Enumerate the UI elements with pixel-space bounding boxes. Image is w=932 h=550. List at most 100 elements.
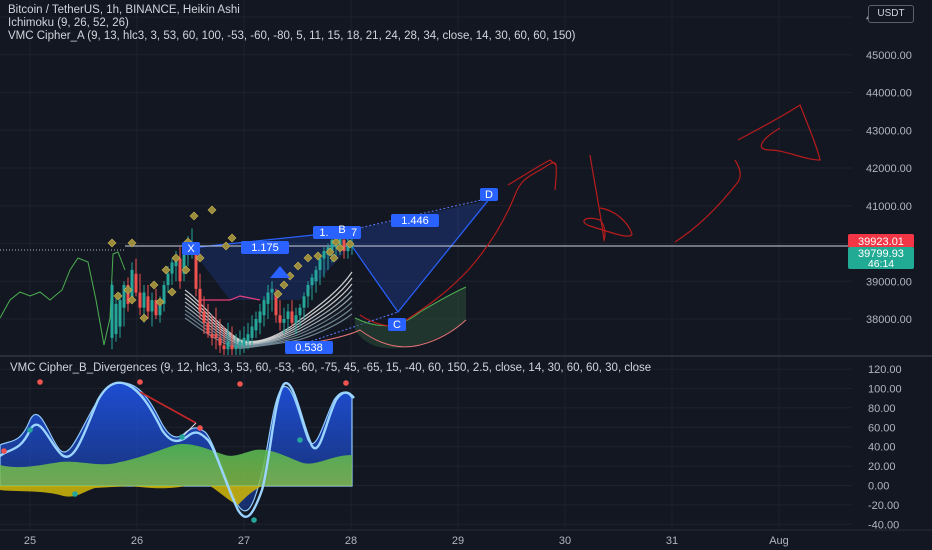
time-tick-label: 26 — [131, 535, 143, 547]
candle — [254, 311, 258, 338]
candle — [242, 326, 246, 353]
symbol-legend[interactable]: Bitcoin / TetherUS, 1h, BINANCE, Heikin … — [8, 4, 240, 17]
candle-body — [314, 269, 318, 282]
candle-body — [110, 285, 114, 338]
time-tick-label: 28 — [345, 535, 357, 547]
time-tick-label: 25 — [24, 535, 36, 547]
candle-body — [198, 288, 202, 312]
candle-body — [318, 258, 322, 270]
candle — [162, 281, 166, 312]
price-tick-label: 43000.00 — [866, 125, 912, 137]
cipher-b-legend[interactable]: VMC Cipher_B_Divergences (9, 12, hlc3, 3… — [10, 362, 651, 375]
pattern-point-c: C — [393, 319, 401, 331]
candle-body — [178, 258, 182, 282]
secondary-price-tag: 39799.93 46:14 — [848, 247, 914, 270]
bar-countdown-label: 46:14 — [868, 258, 894, 270]
pattern-ratio-b-partial: 1. — [319, 227, 328, 239]
candle — [306, 281, 310, 308]
candle-body — [150, 300, 154, 312]
oscillator-tick-label: 120.00 — [868, 364, 902, 376]
candle — [114, 296, 118, 342]
candle-body — [282, 319, 286, 323]
pattern-ratio-bc: 0.538 — [295, 342, 323, 354]
oscillator-dot — [72, 491, 78, 497]
candle-body — [206, 322, 210, 335]
candle-body — [262, 300, 266, 316]
signal-diamond — [139, 313, 149, 323]
oscillator-dot — [197, 425, 203, 431]
candle-body — [238, 341, 242, 346]
candle-body — [214, 334, 218, 338]
candle-body — [254, 319, 258, 331]
candle-body — [222, 345, 226, 350]
candle-body — [114, 303, 118, 335]
candle — [150, 292, 154, 327]
candle-body — [166, 273, 170, 286]
candle-body — [194, 254, 198, 289]
pattern-point-d: D — [485, 189, 493, 201]
oscillator-dot — [251, 517, 257, 523]
price-tick-label: 38000.00 — [866, 314, 912, 326]
oscillator-dot — [237, 381, 243, 387]
pattern-ratio-xb: 1.175 — [251, 242, 279, 254]
candle-body — [134, 273, 138, 293]
price-tick-label: 41000.00 — [866, 201, 912, 213]
ichimoku-legend[interactable]: Ichimoku (9, 26, 52, 26) — [8, 17, 129, 30]
candle — [262, 296, 266, 327]
candle-body — [142, 292, 146, 308]
signal-diamond — [207, 205, 217, 215]
candle-body — [230, 345, 234, 350]
price-tick-label: 45000.00 — [866, 50, 912, 62]
oscillator-tick-label: 60.00 — [868, 422, 896, 434]
currency-button[interactable]: USDT — [868, 5, 914, 23]
oscillator-dot — [37, 379, 43, 385]
price-tick-label: 42000.00 — [866, 163, 912, 175]
candle-body — [250, 326, 254, 338]
signal-diamond — [227, 233, 237, 243]
candle-body — [234, 345, 238, 350]
candle-body — [322, 251, 326, 259]
candle-body — [290, 311, 294, 323]
candle — [314, 266, 318, 293]
candle-body — [258, 311, 262, 323]
candle-body — [122, 285, 126, 308]
oscillator-tick-label: 20.00 — [868, 461, 896, 473]
pattern-ratio-b-suffix: 7 — [351, 227, 357, 239]
candle-body — [146, 296, 150, 312]
oscillator-dot — [1, 448, 7, 454]
candle-body — [210, 334, 214, 338]
candle-body — [278, 315, 282, 323]
candle-body — [266, 292, 270, 304]
oscillator-dot — [343, 380, 349, 386]
pattern-ratio-xd: 1.446 — [401, 215, 429, 227]
oscillator-tick-label: 80.00 — [868, 403, 896, 415]
oscillator-dot — [179, 434, 185, 440]
oscillator-tick-label: 40.00 — [868, 442, 896, 454]
price-tick-label: 44000.00 — [866, 88, 912, 100]
candle — [302, 292, 306, 319]
oscillator-tick-label: -20.00 — [868, 500, 899, 512]
candle — [258, 303, 262, 335]
candle — [138, 273, 142, 316]
time-axis: 25 26 27 28 29 30 31 Aug — [24, 535, 789, 547]
oscillator-axis: 120.00 100.00 80.00 60.00 40.00 20.00 0.00 -20.… — [868, 364, 902, 531]
candle — [154, 288, 158, 319]
candle — [110, 281, 114, 350]
signal-diamond — [189, 211, 199, 221]
oscillator-tick-label: 100.00 — [868, 384, 902, 396]
candle — [278, 300, 282, 331]
candle-body — [286, 311, 290, 319]
cipher-a-legend[interactable]: VMC Cipher_A (9, 13, hlc3, 3, 53, 60, 10… — [8, 30, 575, 43]
candle-body — [294, 315, 298, 323]
time-tick-label: Aug — [769, 535, 789, 547]
candle-body — [246, 334, 250, 342]
price-tick-label: 39000.00 — [866, 276, 912, 288]
time-tick-label: 29 — [452, 535, 464, 547]
oscillator-dot — [297, 437, 303, 443]
chart-canvas[interactable]: 46000.0045000.0044000.0043000.0042000.00… — [0, 0, 932, 550]
time-tick-label: 31 — [666, 535, 678, 547]
candle-body — [118, 300, 122, 327]
oscillator-pane — [0, 379, 355, 523]
oscillator-tick-label: 0.00 — [868, 481, 889, 493]
candle-body — [138, 292, 142, 308]
